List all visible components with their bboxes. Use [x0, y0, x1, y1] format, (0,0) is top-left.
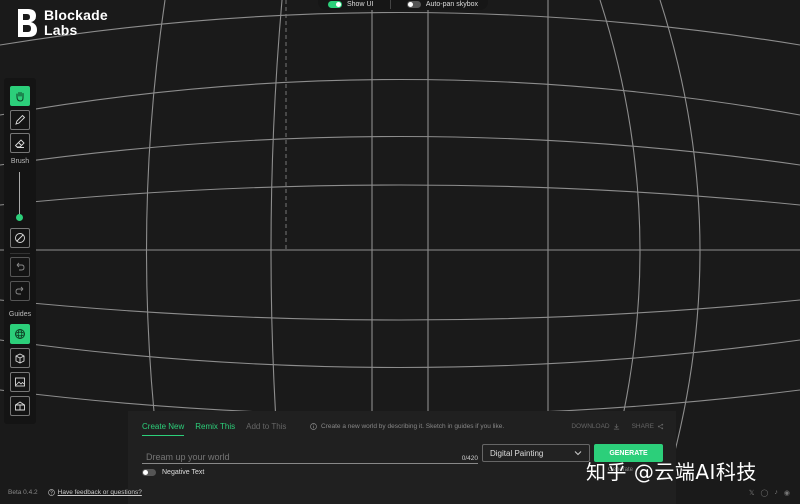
share-icon	[657, 423, 664, 430]
prompt-field[interactable]: 0/420	[142, 447, 478, 464]
undo-icon	[16, 262, 25, 271]
eraser-icon	[14, 139, 25, 148]
image-guide-icon	[15, 377, 25, 387]
redo-button[interactable]	[10, 281, 30, 301]
share-label: SHARE	[631, 423, 654, 430]
char-counter: 0/420	[461, 455, 478, 462]
feedback-link[interactable]: Have feedback or questions?	[47, 489, 142, 496]
info-icon	[310, 423, 317, 430]
image-guide-button[interactable]	[10, 372, 30, 392]
left-toolbar: Brush Guides	[4, 78, 36, 424]
panel-actions: DOWNLOAD SHARE	[571, 423, 664, 430]
eraser-tool-button[interactable]	[10, 133, 30, 153]
download-label: DOWNLOAD	[571, 423, 610, 430]
show-ui-toggle[interactable]: Show UI	[328, 0, 374, 8]
instagram-icon[interactable]: ◯	[761, 489, 769, 497]
style-select[interactable]: Digital Painting	[482, 444, 590, 462]
top-toggle-bar: Show UI Auto-pan skybox	[318, 0, 488, 10]
brush-size-slider[interactable]	[19, 172, 20, 219]
twitter-icon[interactable]: 𝕏	[749, 489, 755, 497]
blockade-logo-icon	[18, 9, 37, 37]
download-button[interactable]: DOWNLOAD	[571, 423, 619, 430]
feedback-text: Have feedback or questions?	[57, 489, 142, 496]
tab-create-new[interactable]: Create New	[142, 422, 185, 436]
tiktok-icon[interactable]: ♪	[774, 489, 778, 497]
brush-size-handle[interactable]	[16, 214, 23, 221]
panel-hint: Create a new world by describing it. Ske…	[310, 423, 504, 430]
brush-label: Brush	[10, 158, 30, 165]
auto-pan-label: Auto-pan skybox	[425, 0, 478, 8]
cube-guide-button[interactable]	[10, 348, 30, 368]
social-links: 𝕏 ◯ ♪ ◉	[749, 489, 790, 497]
chevron-down-icon	[574, 451, 582, 456]
sphere-guide-button[interactable]	[10, 324, 30, 344]
watermark: 知乎 @云端AI科技	[586, 460, 757, 484]
share-button[interactable]: SHARE	[632, 423, 664, 430]
hand-tool-button[interactable]	[10, 86, 30, 106]
topbar-divider	[389, 0, 391, 9]
toolbar-divider	[10, 253, 30, 254]
version-label: Beta 0.4.2	[8, 489, 38, 496]
room-guide-icon	[15, 401, 25, 411]
hand-icon	[16, 92, 24, 102]
prompt-input[interactable]	[142, 450, 450, 464]
negative-text-label: Negative Text	[162, 469, 205, 476]
brand-line1: Blockade	[44, 7, 108, 23]
negative-text-switch[interactable]	[142, 469, 156, 476]
help-icon	[47, 489, 55, 496]
style-value: Digital Painting	[490, 448, 544, 458]
brand-logo[interactable]: Blockade Labs	[16, 8, 108, 38]
undo-button[interactable]	[10, 257, 30, 277]
brand-line2: Labs	[44, 22, 78, 38]
pencil-icon	[15, 114, 26, 125]
cube-guide-icon	[15, 353, 25, 364]
sphere-guide-icon	[15, 329, 25, 339]
guides-label: Guides	[8, 311, 32, 318]
tab-add-to-this[interactable]: Add to This	[246, 422, 286, 436]
footer: Beta 0.4.2 Have feedback or questions?	[8, 489, 142, 496]
show-ui-label: Show UI	[347, 0, 374, 8]
clear-icon	[15, 233, 25, 243]
download-icon	[613, 423, 619, 430]
show-ui-switch[interactable]	[328, 0, 342, 8]
clear-canvas-button[interactable]	[10, 228, 30, 248]
redo-icon	[15, 286, 24, 295]
room-guide-button[interactable]	[10, 396, 30, 416]
auto-pan-toggle[interactable]: Auto-pan skybox	[406, 0, 478, 8]
tab-remix-this[interactable]: Remix This	[195, 422, 235, 436]
panel-tabs: Create New Remix This Add to This	[142, 422, 286, 436]
hint-text: Create a new world by describing it. Ske…	[321, 423, 505, 430]
brush-tool-button[interactable]	[10, 110, 30, 130]
negative-text-toggle[interactable]: Negative Text	[142, 469, 204, 476]
discord-icon[interactable]: ◉	[784, 489, 790, 497]
auto-pan-switch[interactable]	[406, 0, 421, 8]
